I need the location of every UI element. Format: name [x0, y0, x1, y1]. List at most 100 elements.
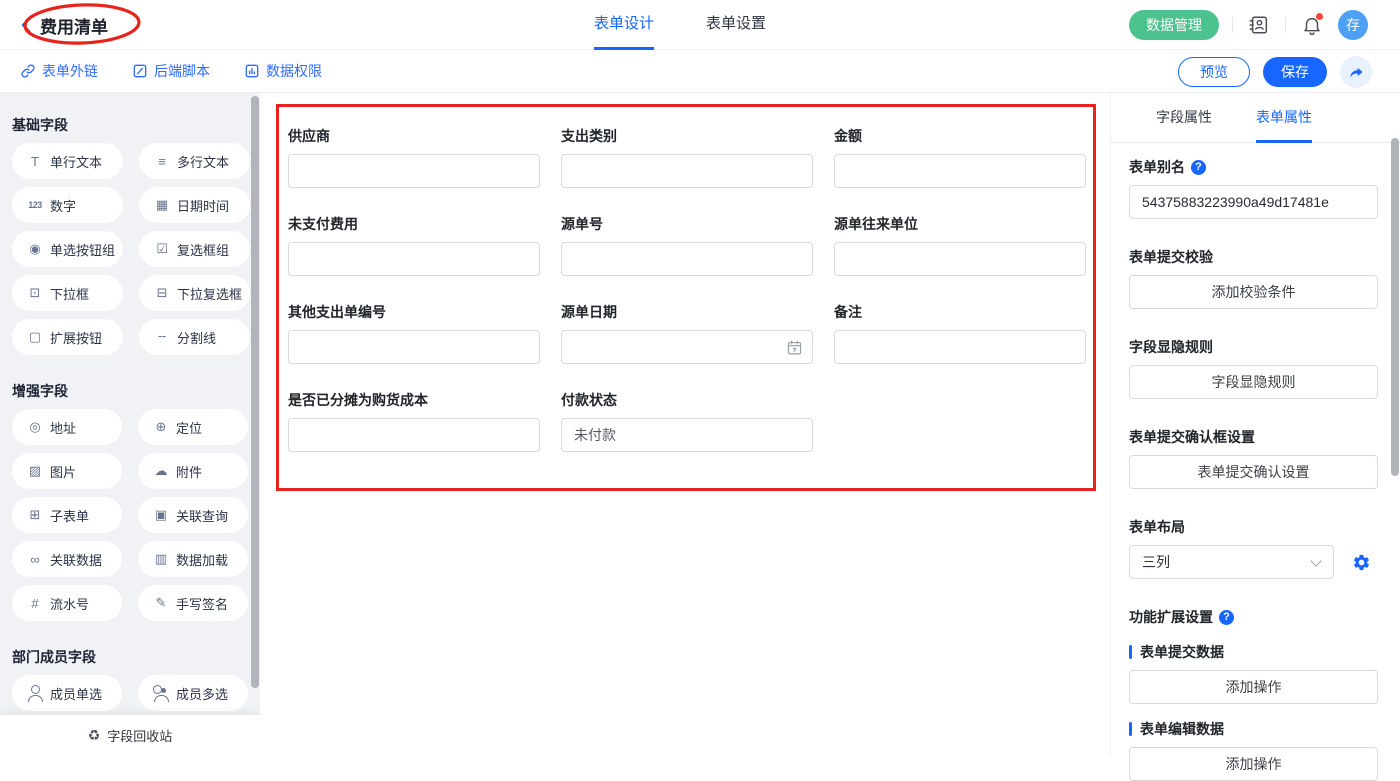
form-field[interactable]: 源单日期	[561, 302, 813, 364]
field-type-label: 子表单	[50, 506, 89, 525]
sidebar-item-attachment[interactable]: ☁ 附件	[138, 453, 248, 489]
gear-icon	[1352, 553, 1371, 572]
field-input[interactable]	[288, 418, 540, 452]
field-input[interactable]	[288, 154, 540, 188]
sidebar-item-multi-line-text[interactable]: ≡ 多行文本	[139, 143, 250, 179]
form-alias-input[interactable]: 54375883223990a49d17481e	[1129, 185, 1378, 219]
data-manage-button[interactable]: 数据管理	[1129, 10, 1219, 40]
field-input[interactable]	[561, 242, 813, 276]
single-line-text-icon: T	[25, 154, 45, 169]
sidebar-item-member-multi[interactable]: 成员多选	[138, 675, 248, 711]
sidebar-item-linked-data[interactable]: ∞ 关联数据	[12, 541, 122, 577]
help-icon[interactable]: ?	[1191, 160, 1206, 175]
share-button[interactable]	[1340, 56, 1372, 88]
sidebar-item-linked-query[interactable]: ▣ 关联查询	[138, 497, 248, 533]
sidebar-item-serial-number[interactable]: # 流水号	[12, 585, 122, 621]
sidebar-item-multi-dropdown[interactable]: ⊟ 下拉复选框	[139, 275, 250, 311]
form-field[interactable]: 其他支出单编号	[288, 302, 540, 364]
sidebar-item-signature[interactable]: ✎ 手写签名	[138, 585, 248, 621]
field-type-label: 复选框组	[177, 240, 229, 259]
field-input[interactable]	[561, 330, 813, 364]
tab-form-settings[interactable]: 表单设置	[706, 0, 766, 50]
sidebar-item-number[interactable]: 123 数字	[12, 187, 123, 223]
divider	[1232, 17, 1233, 33]
data-permission-icon	[244, 63, 260, 79]
sidebar-section-title: 部门成员字段	[12, 647, 248, 667]
form-field[interactable]: 未支付费用	[288, 214, 540, 276]
sidebar-item-checkbox-group[interactable]: ☑ 复选框组	[139, 231, 250, 267]
sidebar-section-title: 基础字段	[12, 115, 248, 135]
panel-scrollbar[interactable]	[1391, 138, 1399, 476]
add-edit-action-button[interactable]: 添加操作	[1129, 747, 1378, 781]
field-input[interactable]	[561, 154, 813, 188]
multi-dropdown-icon: ⊟	[152, 285, 172, 301]
sidebar-item-member-single[interactable]: 成员单选	[12, 675, 122, 711]
field-type-label: 流水号	[50, 594, 89, 613]
submit-confirm-settings-button[interactable]: 表单提交确认设置	[1129, 455, 1378, 489]
sidebar-scrollbar[interactable]	[251, 96, 259, 688]
form-field[interactable]: 付款状态 未付款	[561, 390, 813, 452]
help-icon[interactable]: ?	[1219, 610, 1234, 625]
preview-button[interactable]: 预览	[1178, 57, 1250, 87]
recycle-label: 字段回收站	[107, 726, 172, 745]
form-field[interactable]: 备注	[834, 302, 1086, 364]
sidebar-item-image[interactable]: ▨ 图片	[12, 453, 122, 489]
header-right-cluster: 数据管理 存	[1129, 10, 1368, 40]
data-permission-button[interactable]: 数据权限	[244, 61, 322, 81]
field-type-label: 多行文本	[177, 152, 229, 171]
field-type-label: 附件	[176, 462, 202, 481]
field-input[interactable]	[288, 242, 540, 276]
divider	[1285, 17, 1286, 33]
tab-field-properties[interactable]: 字段属性	[1156, 93, 1212, 143]
field-label: 支出类别	[561, 126, 813, 146]
dropdown-icon: ⊡	[25, 285, 45, 301]
field-input[interactable]	[288, 330, 540, 364]
external-link-button[interactable]: 表单外链	[20, 61, 98, 81]
layout-settings-button[interactable]	[1344, 545, 1378, 579]
sidebar-section-grid: T 单行文本 ≡ 多行文本 123 数字 ▦ 日期时间 ◉ 单选按钮组 ☑ 复选…	[12, 143, 248, 355]
sidebar-item-divider[interactable]: ╌ 分割线	[139, 319, 250, 355]
sidebar-item-datetime[interactable]: ▦ 日期时间	[139, 187, 250, 223]
field-type-label: 定位	[176, 418, 202, 437]
form-field[interactable]: 金额	[834, 126, 1086, 188]
field-input[interactable]	[834, 154, 1086, 188]
calendar-icon	[786, 339, 803, 356]
field-input[interactable]	[834, 242, 1086, 276]
form-field[interactable]: 源单往来单位	[834, 214, 1086, 276]
user-avatar[interactable]: 存	[1338, 10, 1368, 40]
back-button[interactable]	[16, 14, 38, 36]
member-single-icon	[25, 685, 45, 701]
add-submit-action-button[interactable]: 添加操作	[1129, 670, 1378, 704]
save-button[interactable]: 保存	[1263, 57, 1327, 87]
form-field[interactable]: 源单号	[561, 214, 813, 276]
field-input[interactable]	[834, 330, 1086, 364]
sidebar-item-dropdown[interactable]: ⊡ 下拉框	[12, 275, 123, 311]
contacts-button[interactable]	[1246, 12, 1272, 38]
extension-settings-label: 功能扩展设置 ?	[1129, 607, 1378, 627]
sidebar-item-address[interactable]: ◎ 地址	[12, 409, 122, 445]
sidebar-item-single-line-text[interactable]: T 单行文本	[12, 143, 123, 179]
field-visibility-rules-button[interactable]: 字段显隐规则	[1129, 365, 1378, 399]
add-validation-button[interactable]: 添加校验条件	[1129, 275, 1378, 309]
sidebar-item-subform[interactable]: ⊞ 子表单	[12, 497, 122, 533]
tab-form-properties[interactable]: 表单属性	[1256, 93, 1312, 143]
form-field[interactable]: 支出类别	[561, 126, 813, 188]
sidebar-item-extend-button[interactable]: ▢ 扩展按钮	[12, 319, 123, 355]
sidebar-item-data-load[interactable]: ▥ 数据加载	[138, 541, 248, 577]
sidebar-item-location[interactable]: ⊕ 定位	[138, 409, 248, 445]
layout-select[interactable]: 三列	[1129, 545, 1334, 579]
multi-line-text-icon: ≡	[152, 154, 172, 169]
field-label: 付款状态	[561, 390, 813, 410]
tab-form-design[interactable]: 表单设计	[594, 0, 654, 50]
form-field[interactable]: 是否已分摊为购货成本	[288, 390, 540, 452]
attachment-icon: ☁	[151, 463, 171, 479]
form-field[interactable]: 供应商	[288, 126, 540, 188]
form-layout-section: 表单布局 三列	[1129, 517, 1378, 579]
notifications-button[interactable]	[1299, 12, 1325, 38]
field-input[interactable]: 未付款	[561, 418, 813, 452]
field-recycle-bin-button[interactable]: ♻ 字段回收站	[0, 715, 260, 755]
form-fields-grid: 供应商 支出类别 金额 未支付费用 源单号 源单往来单位 其他支出单编号 源单日…	[288, 126, 1086, 452]
sidebar-item-radio-group[interactable]: ◉ 单选按钮组	[12, 231, 123, 267]
member-multi-icon	[151, 685, 171, 701]
backend-script-button[interactable]: 后端脚本	[132, 61, 210, 81]
